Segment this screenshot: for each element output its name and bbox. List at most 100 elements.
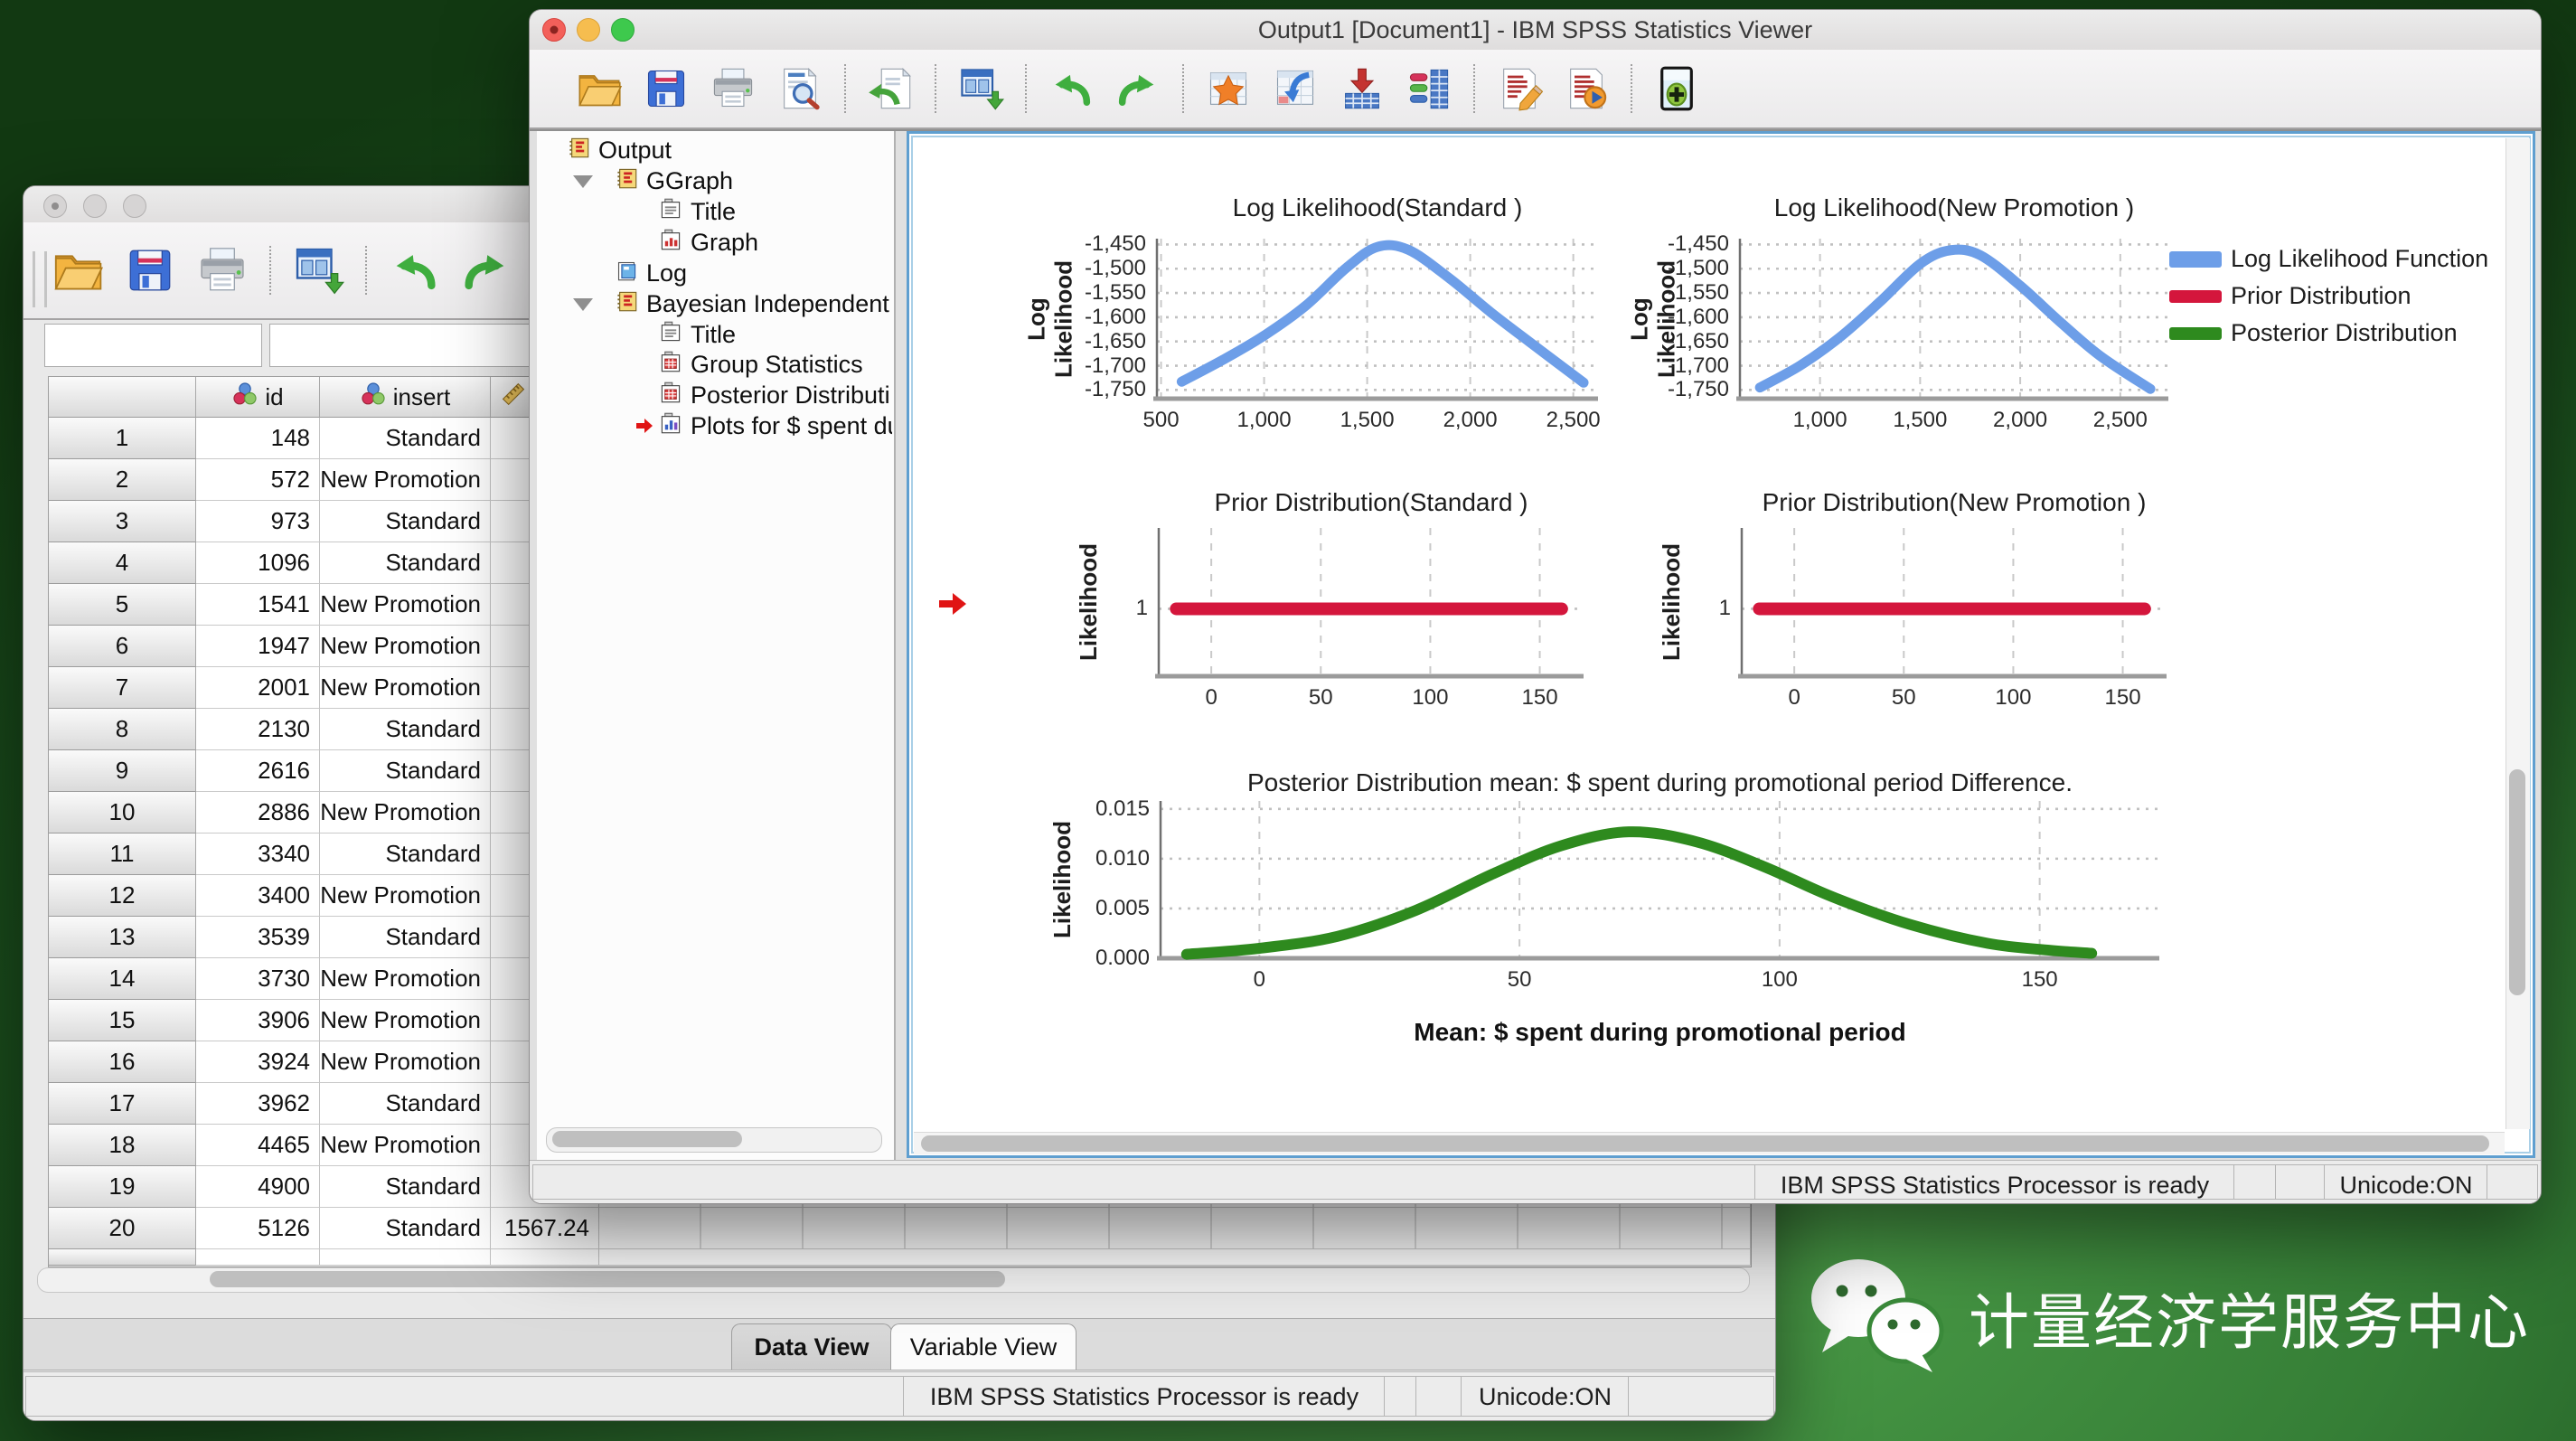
- scrollbar-thumb[interactable]: [921, 1135, 2489, 1152]
- cell-insert[interactable]: New Promotion: [320, 1000, 491, 1041]
- output-horizontal-scrollbar[interactable]: [914, 1132, 2505, 1154]
- row-number-cell[interactable]: 10: [49, 792, 196, 834]
- cell-id[interactable]: 1541: [196, 584, 320, 626]
- cell-insert[interactable]: New Promotion: [320, 792, 491, 834]
- open-folder-icon[interactable]: [52, 244, 104, 297]
- outline-item-title[interactable]: Title: [537, 319, 892, 350]
- outline-item-log[interactable]: Log: [537, 258, 892, 288]
- row-number-cell[interactable]: 2: [49, 459, 196, 501]
- chart-posterior_diff[interactable]: Posterior Distribution mean: $ spent dur…: [962, 765, 2263, 1046]
- cell-id[interactable]: 2886: [196, 792, 320, 834]
- cell-id[interactable]: 3906: [196, 1000, 320, 1041]
- cell-insert[interactable]: New Promotion: [320, 584, 491, 626]
- cell-id[interactable]: 973: [196, 501, 320, 542]
- undo-icon[interactable]: [1048, 65, 1095, 112]
- cell-id[interactable]: 2616: [196, 750, 320, 792]
- row-number-cell[interactable]: 19: [49, 1166, 196, 1208]
- chart-loglik_new[interactable]: Log Likelihood(New Promotion ) Log Likeli…: [1522, 186, 2209, 448]
- close-button[interactable]: [43, 194, 67, 218]
- redo-icon[interactable]: [460, 244, 512, 297]
- open-folder-icon[interactable]: [576, 65, 623, 112]
- cell-insert[interactable]: New Promotion: [320, 1125, 491, 1166]
- cell-id[interactable]: 2001: [196, 667, 320, 709]
- cell-id[interactable]: 4900: [196, 1166, 320, 1208]
- chart-loglik_standard[interactable]: Log Likelihood(Standard ) Log Likelihood 5…: [935, 186, 1622, 448]
- output-window-icon[interactable]: [292, 244, 344, 297]
- outline-item-group-statistics[interactable]: Group Statistics: [537, 349, 892, 380]
- zoom-button[interactable]: [123, 194, 146, 218]
- cell-id[interactable]: 1947: [196, 626, 320, 667]
- save-icon[interactable]: [643, 65, 690, 112]
- cell-insert[interactable]: Standard: [320, 501, 491, 542]
- cell-id[interactable]: 5126: [196, 1208, 320, 1249]
- row-number-cell[interactable]: 17: [49, 1083, 196, 1125]
- cell-insert[interactable]: Standard: [320, 542, 491, 584]
- designate-window-icon[interactable]: [1653, 65, 1700, 112]
- cell-id[interactable]: 3539: [196, 917, 320, 958]
- print-icon[interactable]: [196, 244, 249, 297]
- row-number-cell[interactable]: 18: [49, 1125, 196, 1166]
- cell-insert[interactable]: Standard: [320, 418, 491, 459]
- cell-insert[interactable]: Standard: [320, 750, 491, 792]
- row-number-cell[interactable]: 15: [49, 1000, 196, 1041]
- tab-data-view[interactable]: Data View: [731, 1323, 892, 1370]
- output-window-icon[interactable]: [957, 65, 1004, 112]
- row-number-cell[interactable]: 14: [49, 958, 196, 1000]
- cell-insert[interactable]: Standard: [320, 1166, 491, 1208]
- column-header-insert[interactable]: insert: [320, 377, 491, 418]
- minimize-button[interactable]: [83, 194, 107, 218]
- cell-insert[interactable]: New Promotion: [320, 459, 491, 501]
- outline-item-title[interactable]: Title: [537, 196, 892, 227]
- cell-extra[interactable]: 1567.24: [491, 1208, 599, 1249]
- cell-id[interactable]: 1096: [196, 542, 320, 584]
- scrollbar-thumb[interactable]: [210, 1271, 1005, 1287]
- variables-icon[interactable]: [1406, 65, 1453, 112]
- cell-id[interactable]: 148: [196, 418, 320, 459]
- outline-item-ggraph[interactable]: GGraph: [537, 165, 892, 196]
- cell-id[interactable]: 2130: [196, 709, 320, 750]
- redo-icon[interactable]: [1114, 65, 1161, 112]
- run-document-icon[interactable]: [1563, 65, 1610, 112]
- outline-horizontal-scrollbar[interactable]: [546, 1127, 882, 1153]
- cell-insert[interactable]: Standard: [320, 834, 491, 875]
- scrollbar-thumb[interactable]: [2509, 769, 2525, 995]
- column-header-id[interactable]: id: [196, 377, 320, 418]
- outline-item-graph[interactable]: Graph: [537, 227, 892, 258]
- cell-insert[interactable]: New Promotion: [320, 667, 491, 709]
- cell-insert[interactable]: New Promotion: [320, 626, 491, 667]
- row-number-cell[interactable]: 13: [49, 917, 196, 958]
- cell-id[interactable]: 3962: [196, 1083, 320, 1125]
- outline-item-posterior-distributi[interactable]: Posterior Distributi: [537, 380, 892, 410]
- row-number-cell[interactable]: 1: [49, 418, 196, 459]
- edit-document-icon[interactable]: [1496, 65, 1543, 112]
- cell-id[interactable]: 572: [196, 459, 320, 501]
- chart-prior_new[interactable]: Prior Distribution(New Promotion ) Likeli…: [1545, 483, 2214, 720]
- row-number-cell[interactable]: 7: [49, 667, 196, 709]
- cell-id[interactable]: 3340: [196, 834, 320, 875]
- cell-insert[interactable]: New Promotion: [320, 875, 491, 917]
- row-number-cell[interactable]: 3: [49, 501, 196, 542]
- goto-case-icon[interactable]: [1272, 65, 1319, 112]
- save-icon[interactable]: [124, 244, 176, 297]
- insert-data-icon[interactable]: [1339, 65, 1386, 112]
- cell-insert[interactable]: Standard: [320, 1208, 491, 1249]
- cell-insert[interactable]: New Promotion: [320, 1041, 491, 1083]
- cell-id[interactable]: 3400: [196, 875, 320, 917]
- output-vertical-scrollbar[interactable]: [2505, 138, 2530, 1129]
- tab-variable-view[interactable]: Variable View: [890, 1323, 1076, 1370]
- print-icon[interactable]: [710, 65, 757, 112]
- export-document-icon[interactable]: [867, 65, 914, 112]
- column-header[interactable]: [49, 377, 196, 418]
- outline-item-bayesian-independent[interactable]: Bayesian Independent: [537, 288, 892, 319]
- cell-id[interactable]: 3730: [196, 958, 320, 1000]
- cell-id[interactable]: 4465: [196, 1125, 320, 1166]
- row-number-cell[interactable]: 11: [49, 834, 196, 875]
- scrollbar-thumb[interactable]: [552, 1131, 742, 1147]
- row-number-cell[interactable]: 9: [49, 750, 196, 792]
- row-number-cell[interactable]: 20: [49, 1208, 196, 1249]
- data-horizontal-scrollbar[interactable]: [37, 1267, 1750, 1293]
- outline-item-output[interactable]: Output: [537, 135, 892, 165]
- goto-data-icon[interactable]: [1205, 65, 1252, 112]
- cell-insert[interactable]: New Promotion: [320, 958, 491, 1000]
- row-number-cell[interactable]: 6: [49, 626, 196, 667]
